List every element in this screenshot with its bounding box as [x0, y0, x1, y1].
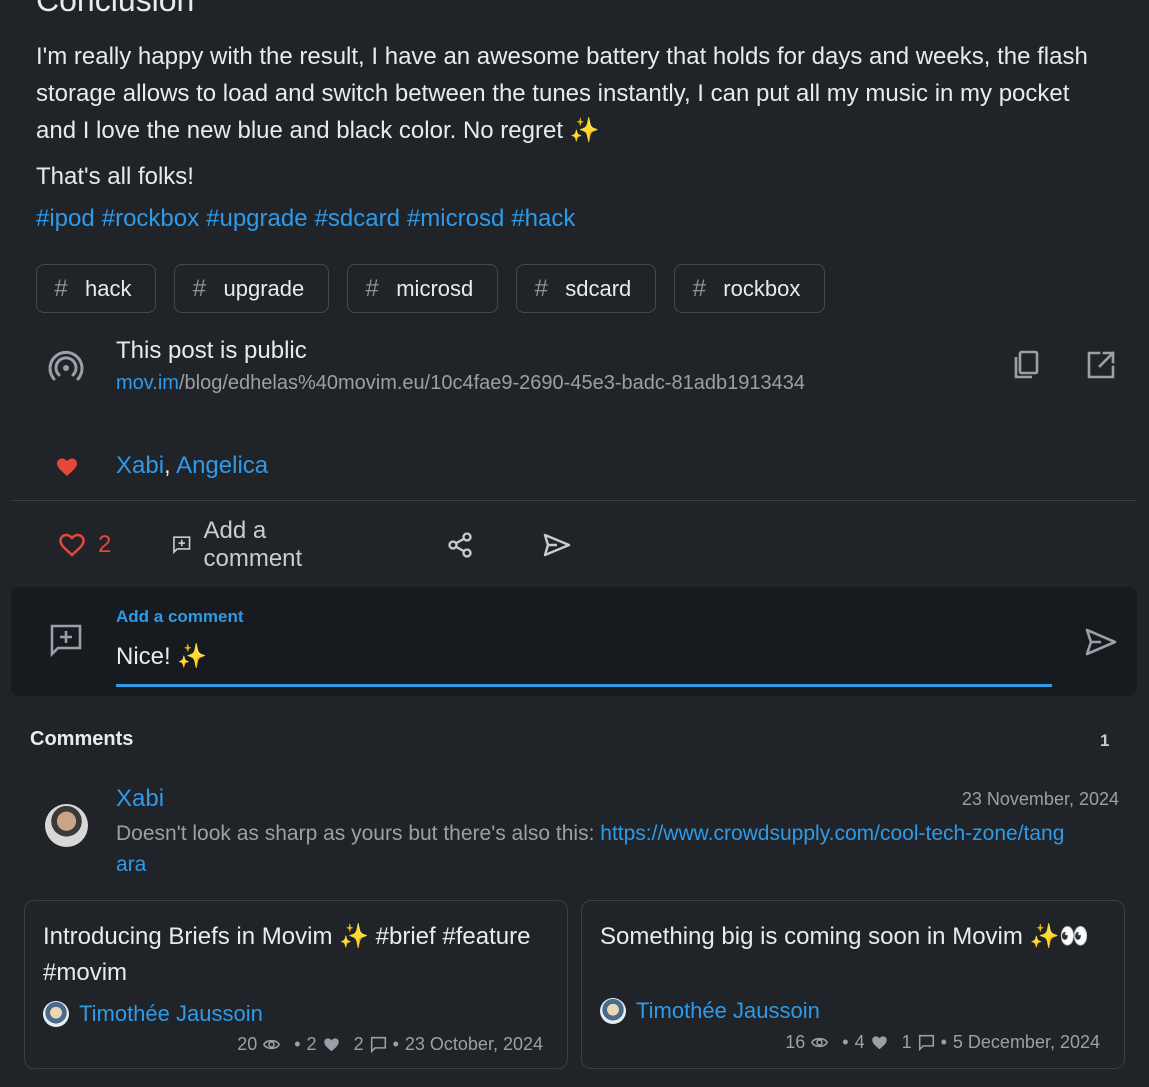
post-paragraph: I'm really happy with the result, I have…	[36, 43, 1088, 144]
comments-count: 2	[353, 1034, 364, 1054]
divider	[11, 500, 1137, 501]
comments-count: 1	[1100, 731, 1110, 750]
card-date: 5 December, 2024	[952, 1032, 1100, 1052]
comment-date: 23 November, 2024	[961, 789, 1119, 809]
like-button[interactable]: 2	[58, 527, 111, 563]
post-paragraph: That's all folks!	[36, 163, 194, 190]
comment-text: Doesn't look as sharp as yours but there…	[116, 818, 1076, 880]
hashtag-link[interactable]: #microsd	[407, 205, 504, 232]
open-external-icon[interactable]	[1084, 348, 1118, 382]
eye-icon	[263, 1039, 281, 1050]
likes-count: 4	[854, 1032, 865, 1052]
comment-add-icon	[48, 622, 84, 658]
comments-title: Comments	[30, 728, 134, 750]
share-button[interactable]	[446, 527, 474, 563]
tag-label: rockbox	[723, 275, 801, 301]
send-comment-button[interactable]	[1083, 624, 1119, 660]
views-count: 20	[237, 1034, 258, 1054]
heart-icon	[871, 1036, 887, 1050]
card-author-link[interactable]: Timothée Jaussoin	[79, 1001, 263, 1027]
comment-icon	[370, 1036, 386, 1053]
hashtag-link[interactable]: #upgrade	[206, 205, 307, 232]
send-icon	[543, 533, 571, 557]
comment-icon	[918, 1034, 934, 1051]
eye-icon	[811, 1037, 829, 1048]
avatar	[43, 1001, 69, 1027]
hash-icon: #	[534, 274, 548, 302]
heart-outline-icon	[59, 533, 85, 557]
stats-separator: •	[392, 1034, 399, 1054]
liker-separator: ,	[164, 452, 171, 479]
hash-icon: #	[54, 274, 68, 302]
stats-separator: •	[294, 1034, 301, 1054]
heart-icon	[323, 1038, 339, 1052]
likes-count: 2	[306, 1034, 317, 1054]
tag-chip[interactable]: # microsd	[347, 264, 499, 313]
hashtag-link[interactable]: #rockbox	[102, 205, 199, 232]
stats-separator: •	[842, 1032, 849, 1052]
like-count: 2	[98, 531, 112, 558]
comment-body-text: Doesn't look as sharp as yours but there…	[116, 822, 601, 845]
tag-chip[interactable]: # hack	[36, 264, 157, 313]
tag-chip[interactable]: # sdcard	[516, 264, 657, 313]
liker-link[interactable]: Xabi	[116, 452, 164, 479]
add-comment-label: Add a comment	[203, 517, 303, 572]
tag-chip[interactable]: # rockbox	[674, 264, 826, 313]
heart-icon	[55, 455, 79, 479]
section-heading: Conclusion	[36, 0, 195, 18]
url-domain-link[interactable]: mov.im	[116, 372, 179, 394]
liker-link[interactable]: Angelica	[176, 452, 268, 479]
send-icon	[1085, 628, 1117, 656]
broadcast-icon	[46, 346, 86, 386]
hash-icon: #	[692, 274, 706, 302]
card-date: 23 October, 2024	[404, 1034, 543, 1054]
comments-count: 1	[901, 1032, 912, 1052]
hash-icon: #	[192, 274, 207, 302]
add-comment-button[interactable]: Add a comment	[172, 517, 313, 572]
tag-label: sdcard	[565, 275, 632, 301]
card-title: Introducing Briefs in Movim ✨ #brief #fe…	[43, 923, 531, 986]
tag-chip[interactable]: # upgrade	[174, 264, 330, 313]
tag-label: microsd	[396, 275, 474, 301]
tag-label: upgrade	[223, 275, 305, 301]
hashtag-link[interactable]: #sdcard	[315, 205, 400, 232]
visibility-title: This post is public	[116, 337, 307, 364]
url-path: /blog/edhelas%40movim.eu/10c4fae9-2690-4…	[178, 372, 805, 394]
card-author-link[interactable]: Timothée Jaussoin	[636, 998, 820, 1024]
hashtag-link[interactable]: #hack	[511, 205, 575, 232]
avatar	[600, 998, 626, 1024]
card-title: Something big is coming soon in Movim ✨👀	[600, 923, 1090, 950]
post-url: mov.im/blog/edhelas%40movim.eu/10c4fae9-…	[116, 372, 805, 395]
hash-icon: #	[365, 274, 379, 302]
send-button[interactable]	[542, 527, 572, 563]
comment-input[interactable]	[116, 637, 1052, 687]
comment-add-icon	[173, 536, 191, 555]
share-icon	[448, 532, 472, 558]
related-post-card[interactable]: Introducing Briefs in Movim ✨ #brief #fe…	[24, 900, 568, 1069]
tag-label: hack	[85, 275, 132, 301]
tag-chips: # hack # upgrade # microsd # sdcard # rockbox	[36, 264, 826, 313]
card-stats: 20 • 2 2 • 23 October, 2024	[237, 1034, 543, 1055]
likers-list: Xabi, Angelica	[116, 452, 268, 480]
avatar[interactable]	[45, 804, 88, 847]
views-count: 16	[785, 1032, 806, 1052]
card-stats: 16 • 4 1 • 5 December, 2024	[785, 1032, 1100, 1053]
comment-field-label: Add a comment	[116, 607, 244, 626]
hashtag-link[interactable]: #ipod	[36, 205, 95, 232]
copy-icon[interactable]	[1010, 348, 1044, 382]
comment-author-link[interactable]: Xabi	[116, 785, 164, 813]
related-post-card[interactable]: Something big is coming soon in Movim ✨👀…	[581, 900, 1125, 1069]
hashtag-line: #ipod #rockbox #upgrade #sdcard #microsd #hac…	[36, 205, 582, 233]
stats-separator: •	[940, 1032, 947, 1052]
